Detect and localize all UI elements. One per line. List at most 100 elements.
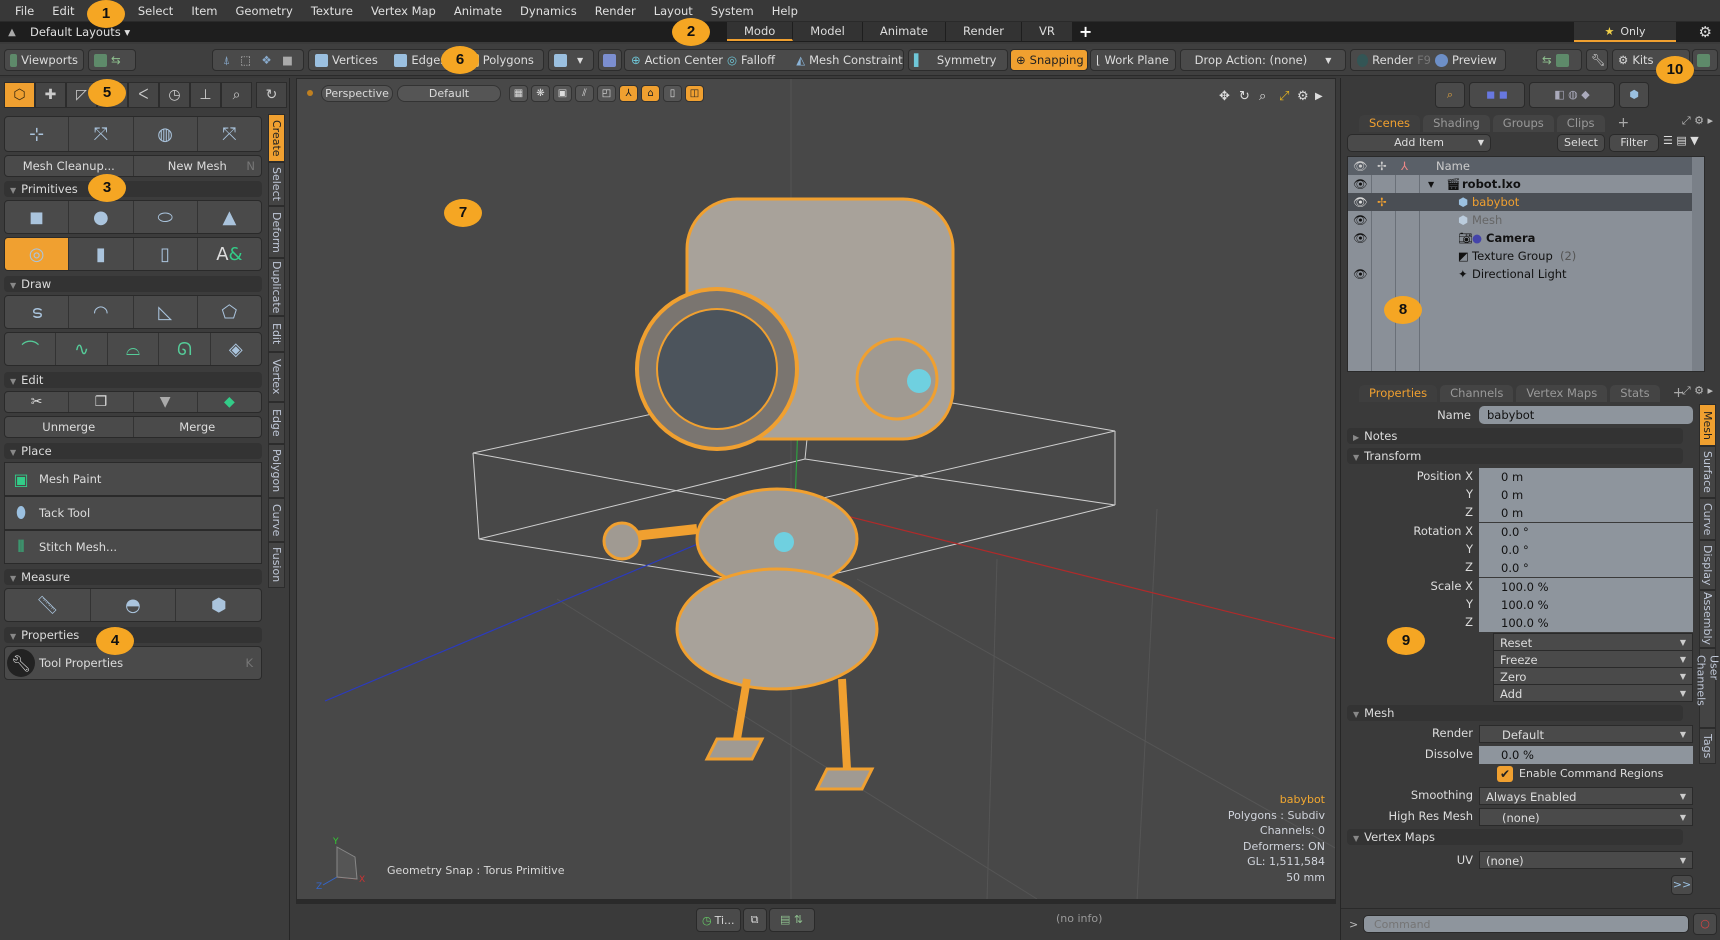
preview-button[interactable]: Preview <box>1431 53 1505 67</box>
list-item[interactable]: 👁︎ ▼ 🎬︎ robot.lxo <box>1348 175 1704 193</box>
mode-search-icon[interactable]: ⌕ <box>221 82 252 108</box>
menu-layout[interactable]: Layout <box>645 4 702 18</box>
work-plane-button[interactable]: ⌊ Work Plane <box>1090 49 1176 71</box>
sketch-curve-icon[interactable]: ᘏ <box>159 333 211 365</box>
name-field[interactable]: babybot <box>1479 406 1693 424</box>
find-item-icon[interactable]: ⌕ <box>1435 82 1465 108</box>
cylinder-primitive-icon[interactable]: ▮ <box>69 238 134 270</box>
render-dropdown[interactable]: Default ▼ <box>1479 725 1693 743</box>
tab-scenes[interactable]: Scenes <box>1359 115 1421 132</box>
tab-stats[interactable]: Stats <box>1610 385 1660 402</box>
layout-tab-modo[interactable]: Modo <box>727 22 794 41</box>
visibility-eye-icon[interactable]: 👁︎ <box>1353 231 1368 245</box>
menu-file[interactable]: File <box>6 4 43 18</box>
visibility-eye-icon[interactable]: 👁︎ <box>1353 177 1368 191</box>
add-tab-button[interactable]: + <box>1608 115 1640 132</box>
mesh-paint-button[interactable]: ▣ Mesh Paint <box>4 462 262 496</box>
copy-icon[interactable]: ❐ <box>69 392 134 412</box>
layout-tab-vr[interactable]: VR <box>1021 22 1073 41</box>
add-item-dropdown[interactable]: Add Item ▼ <box>1347 134 1491 152</box>
tab-clips[interactable]: Clips <box>1556 115 1605 132</box>
spiral-tool-icon[interactable]: ട <box>5 296 70 328</box>
section-place[interactable]: ▼ Place <box>4 443 262 459</box>
item-mode-dropdown[interactable]: ▼ <box>548 49 594 71</box>
list-item[interactable]: 👁︎ 📷︎ ● Camera <box>1348 229 1704 247</box>
vtab-create[interactable]: Create <box>268 114 285 162</box>
add-dropdown[interactable]: Add ▼ <box>1493 684 1693 702</box>
text-primitive-icon[interactable]: A & <box>198 238 261 270</box>
ruler-icon[interactable]: 📏︎ <box>5 589 91 621</box>
vtab-duplicate[interactable]: Duplicate <box>268 258 285 316</box>
torus-primitive-icon[interactable]: ◎ <box>5 238 70 270</box>
sphere-primitive-icon[interactable]: ● <box>69 201 134 233</box>
vtab-curve[interactable]: Curve <box>268 498 285 542</box>
dissolve-field[interactable]: 0.0 % <box>1479 746 1693 764</box>
sketch-surface-icon[interactable]: ◠ <box>69 296 134 328</box>
menu-help[interactable]: Help <box>763 4 807 18</box>
more-button[interactable]: >> <box>1671 875 1693 895</box>
mode-animate-icon[interactable]: ◷ <box>159 82 190 108</box>
scale-y-field[interactable]: 100.0 % <box>1479 596 1693 614</box>
section-mesh[interactable]: ▼ Mesh <box>1347 705 1683 721</box>
vtab-mesh[interactable]: Mesh <box>1699 404 1716 446</box>
drop-action-dropdown[interactable]: Drop Action: (none) ▼ <box>1180 49 1346 71</box>
curve-tool-icon[interactable]: ⌒ <box>5 333 57 365</box>
menu-system[interactable]: System <box>702 4 763 18</box>
protractor-icon[interactable]: ◓ <box>91 589 177 621</box>
falloff-button[interactable]: ◎ Falloff <box>723 53 792 67</box>
vtab-select[interactable]: Select <box>268 162 285 206</box>
tool-wrench-button[interactable]: 🔧︎ <box>1586 49 1608 71</box>
instance-icons[interactable]: ◼ ◼ <box>1469 82 1525 108</box>
gear-icon[interactable]: ⚙ <box>1699 23 1712 41</box>
tab-channels[interactable]: Channels <box>1440 385 1514 402</box>
scene-list-scrollbar[interactable] <box>1692 157 1704 371</box>
visibility-eye-icon[interactable]: 👁︎ <box>1353 267 1368 281</box>
right-panel-toggle[interactable] <box>1692 49 1718 71</box>
brush-icon[interactable]: ▼ <box>134 392 198 412</box>
zero-dropdown[interactable]: Zero ▼ <box>1493 667 1693 685</box>
list-item[interactable]: 👁︎ ✢ ⬢ babybot <box>1348 193 1704 211</box>
layout-swap-button[interactable]: ⇆ <box>1536 49 1582 71</box>
section-notes[interactable]: ▶ Notes <box>1347 428 1683 444</box>
patch-tool-icon[interactable]: ◈ <box>211 333 261 365</box>
menu-item[interactable]: Item <box>182 4 226 18</box>
merge-button[interactable]: Merge <box>134 417 262 437</box>
position-x-field[interactable]: 0 m <box>1479 468 1693 486</box>
record-icon[interactable]: ○ <box>1693 913 1717 935</box>
panel-options-icon[interactable]: ⤢ ⚙ ▸ <box>1682 114 1713 128</box>
mode-model-icon[interactable]: ⬡ <box>4 82 35 108</box>
menu-texture[interactable]: Texture <box>302 4 362 18</box>
pill-primitive-icon[interactable]: ▯ <box>134 238 198 270</box>
render-button[interactable]: Render F9 <box>1351 53 1431 67</box>
vtab-vertex[interactable]: Vertex <box>268 352 285 402</box>
layout-tab-render[interactable]: Render <box>946 22 1022 41</box>
section-draw[interactable]: ▼ Draw <box>4 276 262 292</box>
select-arrow-icon[interactable]: ⬚ <box>240 53 251 67</box>
viewport-layout-button[interactable]: ⇆ <box>88 49 136 71</box>
only-favorites-button[interactable]: ★ Only <box>1574 22 1676 42</box>
capsule-primitive-icon[interactable]: ⬭ <box>134 201 198 233</box>
vtab-curve[interactable]: Curve <box>1699 498 1716 540</box>
list-item[interactable]: ◩ Texture Group (2) <box>1348 247 1704 265</box>
action-center-button[interactable]: ⊕ Action Center <box>625 53 723 67</box>
viewports-button[interactable]: Viewports <box>4 49 84 71</box>
vertices-button[interactable]: Vertices <box>309 53 388 67</box>
scale-z-field[interactable]: 100.0 % <box>1479 614 1693 632</box>
transform-gizmo-icon[interactable]: ⊹ <box>5 117 70 151</box>
items-icon[interactable]: ❖ <box>261 53 271 67</box>
vtab-surface[interactable]: Surface <box>1699 446 1716 498</box>
auto-select-button[interactable] <box>598 49 622 71</box>
vtab-fusion[interactable]: Fusion <box>268 542 285 588</box>
tab-vertex-maps[interactable]: Vertex Maps <box>1516 385 1608 402</box>
layout-tab-animate[interactable]: Animate <box>862 22 947 41</box>
section-measure[interactable]: ▼ Measure <box>4 569 262 585</box>
layout-selector[interactable]: Default Layouts ▾ <box>30 25 130 39</box>
position-y-field[interactable]: 0 m <box>1479 486 1693 504</box>
section-edit[interactable]: ▼ Edit <box>4 372 262 388</box>
tab-properties[interactable]: Properties <box>1359 385 1438 402</box>
new-mesh-button[interactable]: New Mesh N <box>134 156 262 176</box>
smoothing-dropdown[interactable]: Always Enabled ▼ <box>1479 787 1693 805</box>
move-tool-icon[interactable]: ⤧ <box>69 117 134 151</box>
bounding-box-icon[interactable]: ⬢ <box>176 589 261 621</box>
section-vertex-maps[interactable]: ▼ Vertex Maps <box>1347 829 1683 845</box>
